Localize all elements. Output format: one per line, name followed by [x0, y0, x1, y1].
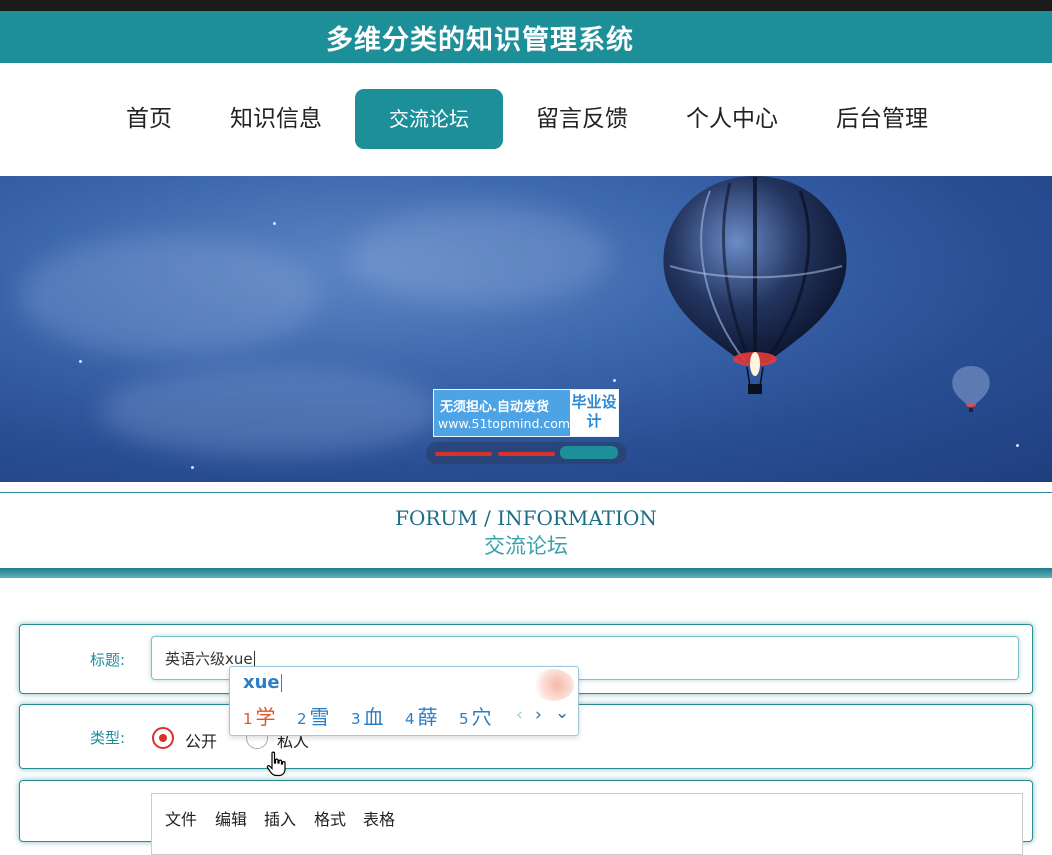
star-decoration	[613, 379, 616, 382]
editor-menu-format[interactable]: 格式	[314, 806, 346, 830]
ime-prev-page-icon[interactable]: ‹	[516, 705, 523, 725]
hot-air-balloon-image	[663, 176, 847, 394]
watermark-url: www.51topmind.com	[438, 416, 571, 431]
site-header: 多维分类的知识管理系统	[0, 11, 1052, 63]
nav-item-home[interactable]: 首页	[114, 89, 184, 149]
ime-candidate-2[interactable]: 2雪	[297, 701, 330, 730]
hand-pointer-cursor-icon	[266, 751, 286, 777]
ime-composition: xue	[243, 672, 282, 693]
watermark-ad: 无须担心.自动发货 www.51topmind.com 毕业设计	[433, 389, 619, 437]
ime-candidate-1[interactable]: 1学	[243, 701, 276, 730]
banner-carousel[interactable]: 无须担心.自动发货 www.51topmind.com 毕业设计	[0, 176, 1052, 482]
radio-public-label[interactable]: 公开	[185, 728, 217, 752]
type-label: 类型:	[90, 729, 126, 747]
nav-item-admin[interactable]: 后台管理	[826, 89, 938, 149]
ime-expand-icon[interactable]: ⌄	[555, 703, 569, 723]
title-label: 标题:	[90, 651, 126, 669]
nav-item-forum[interactable]: 交流论坛	[355, 89, 503, 149]
section-bottom-bar	[0, 568, 1052, 578]
carousel-dot-3[interactable]	[560, 446, 618, 459]
editor-menu-file[interactable]: 文件	[165, 806, 197, 830]
ime-candidate-3[interactable]: 3血	[351, 701, 384, 730]
editor-menu-table[interactable]: 表格	[363, 806, 395, 830]
ime-candidate-5[interactable]: 5穴	[459, 701, 492, 730]
radio-public[interactable]	[152, 727, 174, 749]
carousel-dot-2[interactable]	[498, 452, 555, 456]
editor-menu-edit[interactable]: 编辑	[215, 806, 247, 830]
section-title-zh: 交流论坛	[484, 534, 568, 558]
star-decoration	[273, 222, 276, 225]
watermark-slogan: 无须担心.自动发货	[440, 400, 549, 415]
star-decoration	[191, 466, 194, 469]
section-header: FORUM / INFORMATION 交流论坛	[0, 482, 1052, 580]
nav-item-feedback[interactable]: 留言反馈	[526, 89, 638, 149]
site-title: 多维分类的知识管理系统	[326, 25, 634, 56]
nav-item-knowledge[interactable]: 知识信息	[220, 89, 332, 149]
ime-next-page-icon[interactable]: ›	[535, 705, 542, 725]
window-top-strip	[0, 0, 1052, 11]
cloud-decoration	[20, 236, 320, 356]
small-balloon-image	[952, 366, 990, 412]
ime-candidate-4[interactable]: 4薛	[405, 701, 438, 730]
cloud-decoration	[350, 206, 610, 306]
form-row-content: 文件 编辑 插入 格式 表格	[19, 780, 1033, 855]
section-title-en: FORUM / INFORMATION	[395, 506, 657, 530]
cloud-decoration	[100, 366, 440, 456]
nav-item-profile[interactable]: 个人中心	[676, 89, 788, 149]
star-decoration	[1016, 444, 1019, 447]
watermark-badge: 毕业设计	[570, 390, 618, 436]
star-decoration	[79, 360, 82, 363]
rich-text-editor[interactable]: 文件 编辑 插入 格式 表格	[151, 793, 1023, 855]
carousel-dot-1[interactable]	[435, 452, 492, 456]
editor-menu-insert[interactable]: 插入	[264, 806, 296, 830]
ime-candidate-window: xue 1学 2雪 3血 4薛 5穴 ‹ › ⌄	[229, 666, 579, 736]
ime-logo-icon	[532, 669, 574, 701]
main-nav: 首页 知识信息 交流论坛 留言反馈 个人中心 后台管理	[0, 63, 1052, 176]
section-divider	[0, 492, 1052, 493]
carousel-indicators	[426, 442, 627, 464]
